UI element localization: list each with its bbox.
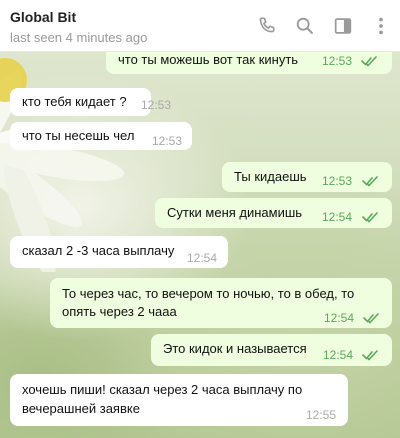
message-time: 12:53 — [322, 174, 353, 188]
read-check-icon — [361, 56, 377, 67]
message-bubble-incoming[interactable]: хочешь пиши! сказал через 2 часа выплачу… — [10, 374, 348, 426]
message-text-line: опять через 2 чааа — [62, 304, 177, 319]
message-text-line: вечерашней заявке — [22, 401, 140, 416]
message-text: что ты несешь чел — [22, 128, 135, 143]
message-bubble-outgoing[interactable]: Это кидок и называется 12:54 — [151, 334, 392, 366]
message-text: Это кидок и называется — [163, 341, 307, 356]
message-bubble-outgoing[interactable]: Ты кидаешь 12:53 — [222, 162, 392, 192]
phone-icon[interactable] — [256, 15, 278, 37]
message-bubble-outgoing[interactable]: То через час, то вечером то ночью, то в … — [50, 278, 392, 328]
message-text-line: хочешь пиши! сказал через 2 часа выплачу… — [22, 382, 303, 397]
message-time: 12:53 — [152, 134, 183, 148]
message-time: 12:53 — [322, 54, 353, 68]
search-icon[interactable] — [294, 15, 316, 37]
message-time: 12:54 — [324, 311, 355, 325]
message-time: 12:54 — [323, 348, 354, 362]
sidebar-icon[interactable] — [332, 15, 354, 37]
message-text: Сутки меня динамишь — [167, 205, 303, 220]
read-check-icon — [362, 176, 378, 187]
message-bubble-outgoing[interactable]: что ты можешь вот так кинуть 12:53 — [106, 52, 392, 74]
message-time: 12:54 — [322, 210, 353, 224]
message-bubble-incoming[interactable]: сказал 2 -3 часа выплачу 12:54 — [10, 236, 228, 268]
read-check-icon — [363, 313, 379, 324]
message-bubble-outgoing[interactable]: Сутки меня динамишь 12:54 — [155, 198, 392, 228]
last-seen-status: last seen 4 minutes ago — [10, 30, 148, 45]
message-time: 12:53 — [141, 98, 172, 112]
message-text: что ты можешь вот так кинуть — [118, 52, 299, 67]
message-text: сказал 2 -3 часа выплачу — [22, 243, 175, 258]
message-bubble-incoming[interactable]: что ты несешь чел 12:53 — [10, 122, 192, 150]
message-text-line: То через час, то вечером то ночью, то в … — [62, 286, 355, 301]
more-icon[interactable] — [370, 15, 392, 37]
message-text: Ты кидаешь — [234, 169, 307, 184]
message-bubble-incoming[interactable]: кто тебя кидает ? 12:53 — [10, 88, 171, 116]
chat-header: Global Bit last seen 4 minutes ago — [0, 0, 400, 52]
message-time: 12:55 — [306, 408, 337, 422]
contact-name[interactable]: Global Bit — [10, 9, 76, 25]
message-time: 12:54 — [187, 251, 218, 265]
message-text: кто тебя кидает ? — [22, 94, 127, 109]
read-check-icon — [362, 212, 378, 223]
chat-area[interactable]: что ты можешь вот так кинуть 12:53 кто т… — [0, 52, 400, 438]
read-check-icon — [362, 350, 378, 361]
